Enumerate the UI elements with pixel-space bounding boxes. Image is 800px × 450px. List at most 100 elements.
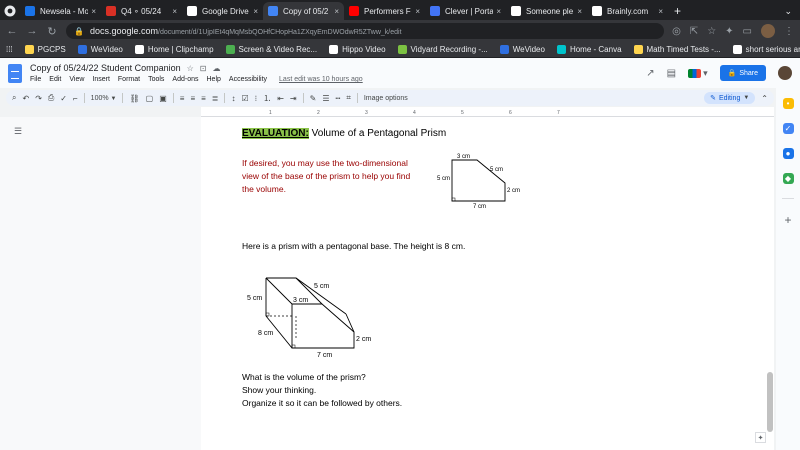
browser-tab[interactable]: Brainly.com × — [587, 2, 668, 20]
extensions-icon[interactable]: ✦ — [725, 26, 733, 37]
bookmark-item[interactable]: Math Timed Tests -... — [633, 45, 721, 54]
collapse-toolbar-icon[interactable]: ⌃ — [761, 94, 768, 103]
profile-avatar[interactable] — [761, 24, 775, 38]
search-menus-icon[interactable]: ⌕ — [12, 93, 16, 103]
sidebar-icon[interactable]: ▭ — [743, 26, 752, 37]
chrome-menu-icon[interactable] — [0, 2, 20, 20]
new-tab-button[interactable]: + — [668, 4, 687, 20]
numbered-list-icon[interactable]: ⒈ — [263, 93, 271, 104]
share-page-icon[interactable]: ⇱ — [690, 26, 698, 37]
browser-tab[interactable]: Someone ple × — [506, 2, 587, 20]
meet-button[interactable]: ▾ — [688, 68, 708, 79]
decrease-indent-icon[interactable]: ⇤ — [277, 94, 284, 103]
checklist-icon[interactable]: ☑ — [241, 94, 248, 103]
border-weight-icon[interactable]: ☰ — [322, 94, 329, 103]
bookmark-item[interactable]: Home | Clipchamp — [134, 45, 214, 54]
contacts-icon[interactable]: ● — [782, 148, 794, 159]
tab-close-icon[interactable]: × — [172, 7, 177, 16]
last-edit-link[interactable]: Last edit was 10 hours ago — [279, 76, 363, 83]
crop-icon[interactable]: ⌗ — [346, 93, 351, 103]
bookmark-item[interactable]: short serious anim... — [732, 45, 800, 54]
tab-close-icon[interactable]: × — [334, 7, 339, 16]
editing-mode-select[interactable]: ✎ Editing ▼ — [704, 92, 756, 104]
tab-close-icon[interactable]: × — [253, 7, 258, 16]
bookmark-item[interactable]: Screen & Video Rec... — [225, 45, 317, 54]
browser-menu-icon[interactable]: ⋮ — [784, 26, 794, 37]
tab-close-icon[interactable]: × — [91, 7, 96, 16]
print-icon[interactable]: ⎙ — [48, 93, 54, 103]
tab-close-icon[interactable]: × — [658, 7, 663, 16]
bookmark-item[interactable]: WeVideo — [499, 45, 545, 54]
tab-close-icon[interactable]: × — [577, 7, 582, 16]
pentagonal-prism-diagram[interactable]: 5 cm 5 cm 3 cm 8 cm 2 cm 7 cm — [240, 272, 380, 362]
tab-search-icon[interactable]: ⌄ — [784, 6, 792, 17]
tasks-icon[interactable]: ✓ — [782, 123, 794, 134]
paint-format-icon[interactable]: ⌐ — [73, 94, 78, 103]
align-left-icon[interactable]: ≡ — [180, 94, 185, 103]
reload-icon[interactable]: ↻ — [46, 25, 58, 38]
menu-item[interactable]: Edit — [49, 76, 61, 83]
browser-tab[interactable]: Copy of 05/2 × — [263, 2, 344, 20]
get-addons-icon[interactable]: + — [784, 213, 791, 227]
maps-icon[interactable]: ◆ — [782, 173, 794, 184]
document-outline-icon[interactable]: ☰ — [14, 126, 22, 137]
pen-color-icon[interactable]: ✎ — [310, 94, 317, 103]
zoom-select[interactable]: 100% ▼ — [91, 95, 117, 102]
star-icon[interactable]: ☆ — [187, 64, 194, 73]
bookmark-item[interactable]: WeVideo — [77, 45, 123, 54]
menu-item[interactable]: Tools — [148, 76, 164, 83]
align-justify-icon[interactable]: ≣ — [212, 94, 219, 103]
user-avatar[interactable] — [778, 66, 792, 80]
browser-tab[interactable]: Google Drive × — [182, 2, 263, 20]
link-icon[interactable]: ⛓ — [129, 94, 139, 103]
lock-icon[interactable]: 🔒 — [74, 27, 84, 36]
bookmark-star-icon[interactable]: ☆ — [707, 26, 716, 37]
add-comment-icon[interactable]: ▢ — [146, 94, 154, 103]
menu-item[interactable]: Insert — [92, 76, 110, 83]
cloud-status-icon[interactable]: ☁ — [212, 64, 220, 73]
docs-logo-icon[interactable] — [8, 63, 22, 83]
bookmark-item[interactable]: Vidyard Recording -... — [397, 45, 488, 54]
menu-item[interactable]: File — [30, 76, 41, 83]
explore-icon[interactable]: ✦ — [755, 432, 766, 443]
browser-tab[interactable]: Performers F × — [344, 2, 425, 20]
spellcheck-icon[interactable]: ✓ — [60, 94, 67, 103]
line-spacing-icon[interactable]: ↕ — [231, 94, 235, 103]
bookmark-item[interactable]: Hippo Video — [329, 45, 386, 54]
menu-item[interactable]: Add-ons — [172, 76, 198, 83]
url-omnibox[interactable]: 🔒 docs.google.com/document/d/1UjpIEt4qMq… — [66, 23, 665, 39]
comments-icon[interactable]: ▤ — [667, 68, 676, 79]
redo-icon[interactable]: ↷ — [35, 94, 42, 103]
doc-title[interactable]: Copy of 05/24/22 Student Companion — [30, 63, 181, 73]
forward-icon[interactable]: → — [26, 25, 38, 37]
back-icon[interactable]: ← — [6, 25, 18, 37]
menu-item[interactable]: Format — [118, 76, 140, 83]
undo-icon[interactable]: ↶ — [22, 94, 29, 103]
tab-close-icon[interactable]: × — [415, 7, 420, 16]
share-button[interactable]: 🔒 Share — [719, 65, 766, 81]
menu-item[interactable]: Accessibility — [229, 76, 267, 83]
border-dash-icon[interactable]: ┅ — [335, 94, 340, 103]
image-options-button[interactable]: Image options — [364, 95, 408, 102]
menu-item[interactable]: Help — [207, 76, 221, 83]
browser-tab[interactable]: Newsela - Mo × — [20, 2, 101, 20]
insert-image-icon[interactable]: ▣ — [159, 94, 167, 103]
bookmark-item[interactable]: PGCPS — [24, 45, 66, 54]
menu-item[interactable]: View — [69, 76, 84, 83]
browser-tab[interactable]: Clever | Porta × — [425, 2, 506, 20]
align-right-icon[interactable]: ≡ — [201, 94, 206, 103]
url-text[interactable]: docs.google.com/document/d/1UjpIEt4qMqMs… — [90, 26, 402, 36]
lens-icon[interactable]: ◎ — [672, 26, 681, 37]
align-center-icon[interactable]: ≡ — [190, 94, 195, 103]
tab-close-icon[interactable]: × — [496, 7, 501, 16]
pentagon-base-diagram[interactable]: 3 cm 5 cm 5 cm 2 cm 7 cm — [430, 148, 530, 210]
browser-tab[interactable]: Q4 ∘ 05/24 × — [101, 2, 182, 20]
keep-icon[interactable]: • — [782, 98, 794, 109]
bookmark-item[interactable]: Home - Canva — [556, 45, 622, 54]
increase-indent-icon[interactable]: ⇥ — [290, 94, 297, 103]
move-folder-icon[interactable]: ⊡ — [200, 64, 207, 73]
activity-trend-icon[interactable]: ↗ — [646, 68, 654, 79]
horizontal-ruler[interactable]: 1 2 3 4 5 6 7 — [201, 107, 774, 117]
vertical-scrollbar[interactable] — [767, 372, 773, 432]
apps-icon[interactable]: ⁞⁞⁞ — [6, 45, 13, 54]
